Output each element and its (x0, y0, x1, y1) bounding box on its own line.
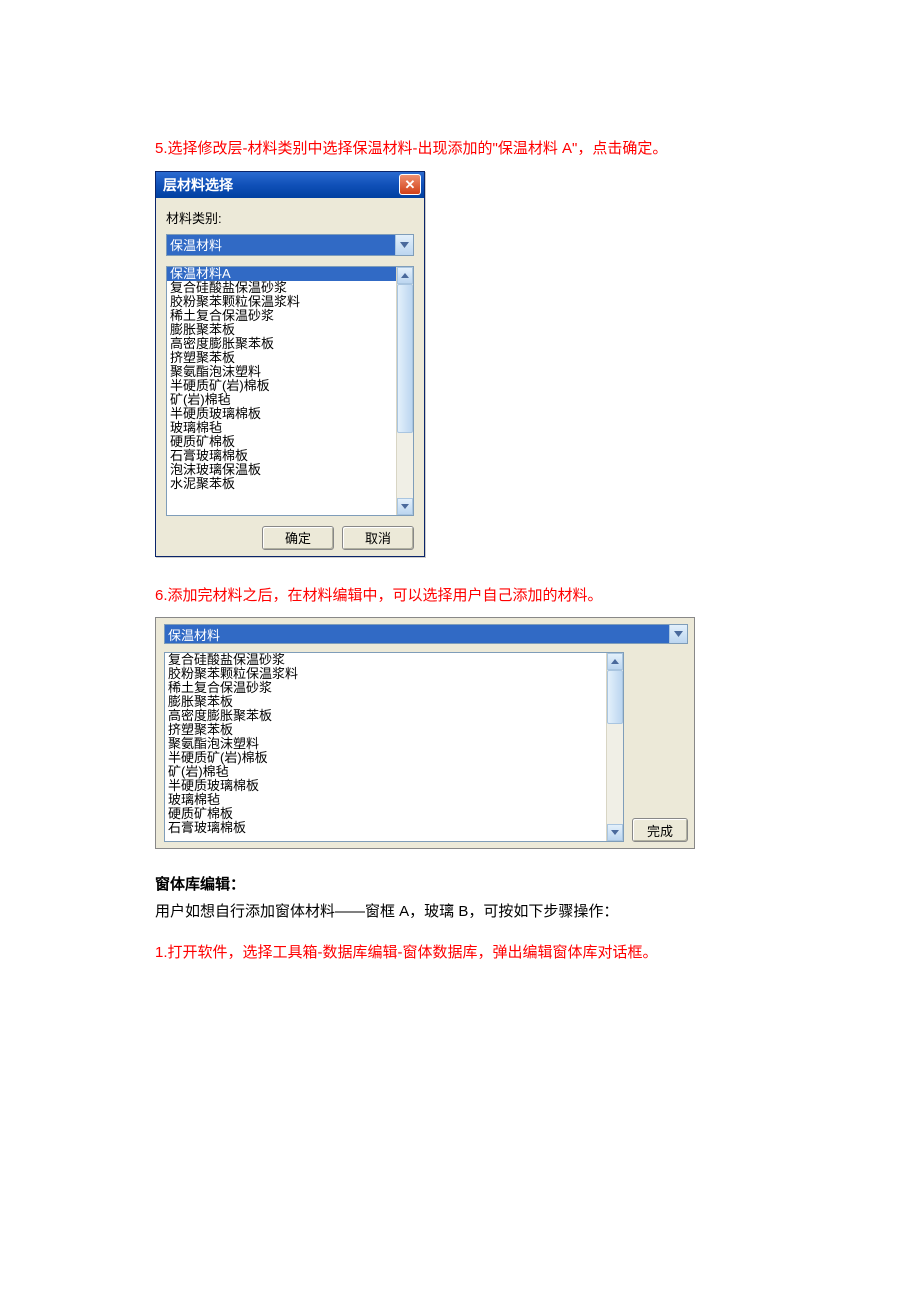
scroll-thumb[interactable] (397, 284, 413, 434)
scroll-track-2[interactable] (607, 670, 623, 824)
material-list-items: 保温材料A复合硅酸盐保温砂浆胶粉聚苯颗粒保温浆料稀土复合保温砂浆膨胀聚苯板高密度… (167, 267, 396, 515)
panel2-body: 复合硅酸盐保温砂浆胶粉聚苯颗粒保温浆料稀土复合保温砂浆膨胀聚苯板高密度膨胀聚苯板… (164, 652, 688, 842)
instruction-step1b: 1.打开软件，选择工具箱-数据库编辑-窗体数据库，弹出编辑窗体库对话框。 (155, 942, 765, 965)
list-item[interactable]: 复合硅酸盐保温砂浆 (165, 653, 606, 667)
list-item[interactable]: 泡沫玻璃保温板 (167, 463, 396, 477)
scroll-down-button[interactable] (397, 498, 413, 515)
chevron-down-icon (674, 631, 683, 637)
scroll-down-button-2[interactable] (607, 824, 623, 841)
list-item[interactable]: 复合硅酸盐保温砂浆 (167, 281, 396, 295)
category-combo-arrow[interactable] (395, 235, 413, 255)
instruction-step5: 5.选择修改层-材料类别中选择保温材料-出现添加的"保温材料 A"，点击确定。 (155, 138, 765, 161)
material-type-combo-arrow[interactable] (669, 625, 687, 643)
category-combo-value[interactable]: 保温材料 (167, 235, 395, 255)
material-list-items-2: 复合硅酸盐保温砂浆胶粉聚苯颗粒保温浆料稀土复合保温砂浆膨胀聚苯板高密度膨胀聚苯板… (165, 653, 606, 841)
material-listbox[interactable]: 保温材料A复合硅酸盐保温砂浆胶粉聚苯颗粒保温浆料稀土复合保温砂浆膨胀聚苯板高密度… (166, 266, 414, 516)
list-item[interactable]: 石膏玻璃棉板 (165, 821, 606, 835)
list-item[interactable]: 稀土复合保温砂浆 (165, 681, 606, 695)
scroll-track[interactable] (397, 284, 413, 498)
layer-material-dialog: 层材料选择 ✕ 材料类别: 保温材料 保温材料A复合硅酸盐保温砂浆胶粉聚苯颗粒保… (155, 171, 425, 557)
list-item[interactable]: 膨胀聚苯板 (165, 695, 606, 709)
listbox2-scrollbar[interactable] (606, 653, 623, 841)
scroll-up-button-2[interactable] (607, 653, 623, 670)
dialog-button-row: 确定 取消 (166, 526, 414, 550)
chevron-down-icon (400, 242, 409, 248)
list-item[interactable]: 聚氨酯泡沫塑料 (167, 365, 396, 379)
section-body: 用户如想自行添加窗体材料——窗框 A，玻璃 B，可按如下步骤操作： (155, 900, 765, 924)
category-combo[interactable]: 保温材料 (166, 234, 414, 256)
finish-button-wrap: 完成 (632, 818, 688, 842)
list-item[interactable]: 高密度膨胀聚苯板 (167, 337, 396, 351)
dialog-body: 材料类别: 保温材料 保温材料A复合硅酸盐保温砂浆胶粉聚苯颗粒保温浆料稀土复合保… (156, 198, 424, 556)
material-edit-panel: 保温材料 复合硅酸盐保温砂浆胶粉聚苯颗粒保温浆料稀土复合保温砂浆膨胀聚苯板高密度… (155, 617, 695, 849)
list-item[interactable]: 硬质矿棉板 (165, 807, 606, 821)
list-item[interactable]: 高密度膨胀聚苯板 (165, 709, 606, 723)
panel2-combo-row: 保温材料 (164, 624, 688, 644)
instruction-step6: 6.添加完材料之后，在材料编辑中，可以选择用户自己添加的材料。 (155, 585, 765, 608)
finish-button[interactable]: 完成 (632, 818, 688, 842)
material-type-combo-value: 保温材料 (165, 625, 669, 643)
list-item[interactable]: 挤塑聚苯板 (167, 351, 396, 365)
list-item[interactable]: 水泥聚苯板 (167, 477, 396, 491)
listbox-scrollbar[interactable] (396, 267, 413, 515)
list-item[interactable]: 胶粉聚苯颗粒保温浆料 (165, 667, 606, 681)
list-item[interactable]: 半硬质矿(岩)棉板 (167, 379, 396, 393)
ok-button[interactable]: 确定 (262, 526, 334, 550)
list-item[interactable]: 半硬质玻璃棉板 (167, 407, 396, 421)
category-label: 材料类别: (166, 208, 414, 227)
chevron-down-icon (611, 830, 619, 835)
chevron-up-icon (401, 273, 409, 278)
list-item[interactable]: 聚氨酯泡沫塑料 (165, 737, 606, 751)
list-item[interactable]: 硬质矿棉板 (167, 435, 396, 449)
material-type-combo[interactable]: 保温材料 (164, 624, 688, 644)
list-item[interactable]: 矿(岩)棉毡 (167, 393, 396, 407)
close-button[interactable]: ✕ (399, 174, 421, 195)
scroll-up-button[interactable] (397, 267, 413, 284)
section-heading: 窗体库编辑： (155, 873, 765, 894)
material-listbox-2[interactable]: 复合硅酸盐保温砂浆胶粉聚苯颗粒保温浆料稀土复合保温砂浆膨胀聚苯板高密度膨胀聚苯板… (164, 652, 624, 842)
list-item[interactable]: 胶粉聚苯颗粒保温浆料 (167, 295, 396, 309)
list-item[interactable]: 稀土复合保温砂浆 (167, 309, 396, 323)
list-item[interactable]: 挤塑聚苯板 (165, 723, 606, 737)
list-item[interactable]: 半硬质矿(岩)棉板 (165, 751, 606, 765)
chevron-up-icon (611, 659, 619, 664)
list-item[interactable]: 玻璃棉毡 (167, 421, 396, 435)
scroll-thumb-2[interactable] (607, 670, 623, 724)
list-item[interactable]: 石膏玻璃棉板 (167, 449, 396, 463)
dialog-titlebar[interactable]: 层材料选择 ✕ (156, 172, 424, 198)
list-item[interactable]: 膨胀聚苯板 (167, 323, 396, 337)
list-item[interactable]: 保温材料A (167, 267, 396, 281)
chevron-down-icon (401, 504, 409, 509)
dialog-title: 层材料选择 (163, 175, 233, 195)
list-item[interactable]: 半硬质玻璃棉板 (165, 779, 606, 793)
cancel-button[interactable]: 取消 (342, 526, 414, 550)
list-item[interactable]: 玻璃棉毡 (165, 793, 606, 807)
list-item[interactable]: 矿(岩)棉毡 (165, 765, 606, 779)
close-icon: ✕ (405, 177, 416, 193)
